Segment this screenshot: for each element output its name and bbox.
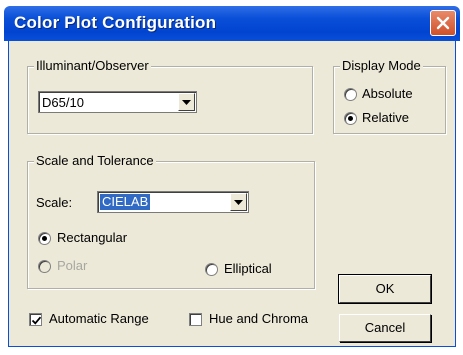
elliptical-radio-label[interactable]: Elliptical <box>224 261 272 276</box>
automatic-range-checkbox[interactable] <box>29 313 42 326</box>
automatic-range-label[interactable]: Automatic Range <box>49 311 149 326</box>
hue-chroma-label[interactable]: Hue and Chroma <box>209 311 308 326</box>
chevron-down-icon <box>182 100 191 105</box>
relative-radio-label[interactable]: Relative <box>362 110 409 125</box>
rectangular-radio[interactable] <box>38 232 51 245</box>
scale-tolerance-group: Scale and Tolerance Scale: CIELAB Rectan… <box>27 153 315 289</box>
chevron-down-icon <box>234 200 243 205</box>
absolute-radio[interactable] <box>344 88 357 101</box>
dialog-window: Color Plot Configuration Illuminant/Obse… <box>0 0 463 355</box>
scale-tolerance-label: Scale and Tolerance <box>34 153 156 168</box>
illuminant-group: Illuminant/Observer D65/10 <box>27 58 313 134</box>
cancel-button-label: Cancel <box>364 320 406 335</box>
close-button[interactable] <box>430 10 456 36</box>
display-mode-group: Display Mode Absolute Relative <box>333 58 446 134</box>
absolute-radio-label[interactable]: Absolute <box>362 86 413 101</box>
window-title: Color Plot Configuration <box>14 13 217 32</box>
dialog-body: Illuminant/Observer D65/10 Display Mode … <box>8 41 456 347</box>
scale-select[interactable]: CIELAB <box>97 191 249 213</box>
illuminant-value: D65/10 <box>42 95 84 110</box>
rectangular-radio-label[interactable]: Rectangular <box>57 230 127 245</box>
hue-chroma-checkbox[interactable] <box>189 313 202 326</box>
ok-button-label: OK <box>375 281 395 296</box>
polar-radio[interactable] <box>38 260 51 273</box>
scale-dropdown-button[interactable] <box>230 193 247 211</box>
elliptical-radio[interactable] <box>205 263 218 276</box>
relative-radio[interactable] <box>344 112 357 125</box>
scale-value: CIELAB <box>100 194 151 210</box>
checkmark-icon <box>31 316 42 325</box>
cancel-button[interactable]: Cancel <box>339 314 431 342</box>
illuminant-group-label: Illuminant/Observer <box>34 58 151 73</box>
illuminant-dropdown-button[interactable] <box>178 93 195 111</box>
display-mode-label: Display Mode <box>340 58 423 73</box>
illuminant-select[interactable]: D65/10 <box>38 91 197 113</box>
scale-label: Scale: <box>36 195 73 210</box>
title-bar[interactable]: Color Plot Configuration <box>4 6 460 41</box>
ok-button[interactable]: OK <box>338 274 432 304</box>
polar-radio-label[interactable]: Polar <box>57 258 87 273</box>
close-icon <box>436 16 450 30</box>
